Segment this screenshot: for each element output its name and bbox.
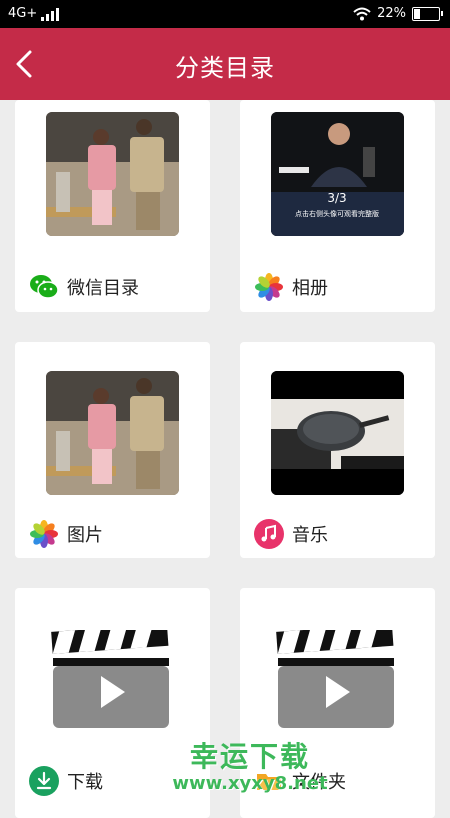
video-caption-text: 点击右侧头像可观看完整版 xyxy=(295,209,379,218)
video-thumbnail: 3/3 点击右侧头像可观看完整版 xyxy=(271,112,404,236)
category-card-download[interactable]: 下载 xyxy=(15,588,210,818)
video-caption-page: 3/3 xyxy=(327,191,346,205)
video-thumbnail xyxy=(271,371,404,495)
page-title: 分类目录 xyxy=(175,54,275,82)
category-label: 下载 xyxy=(67,772,103,793)
status-bar: 4G+ 22% xyxy=(0,0,450,28)
video-icon xyxy=(276,630,394,728)
app-header: 分类目录 xyxy=(0,28,450,100)
folder-icon xyxy=(257,774,281,790)
signal-icon xyxy=(41,7,60,21)
category-card-pictures[interactable]: 图片 xyxy=(15,342,210,558)
category-label: 图片 xyxy=(67,525,103,546)
category-card-music[interactable]: 音乐 xyxy=(240,342,435,558)
battery-icon xyxy=(412,6,443,21)
download-icon xyxy=(29,766,59,796)
category-label: 文件夹 xyxy=(292,772,346,793)
category-card-folder[interactable]: 文件夹 xyxy=(240,588,435,818)
music-icon xyxy=(254,519,284,549)
category-card-wechat[interactable]: 微信目录 xyxy=(15,100,210,312)
video-thumbnail xyxy=(46,371,179,495)
category-card-album[interactable]: 3/3 点击右侧头像可观看完整版 相册 xyxy=(240,100,435,312)
video-icon xyxy=(51,630,169,728)
photos-icon xyxy=(255,273,283,301)
wechat-icon xyxy=(30,275,59,299)
video-thumbnail xyxy=(46,112,179,236)
network-indicator: 4G+ xyxy=(8,6,38,21)
wifi-icon xyxy=(353,7,371,20)
battery-percent: 22% xyxy=(377,6,406,21)
category-label: 微信目录 xyxy=(67,278,139,299)
photos-icon xyxy=(30,520,58,548)
category-label: 音乐 xyxy=(292,525,328,546)
category-label: 相册 xyxy=(292,278,328,299)
